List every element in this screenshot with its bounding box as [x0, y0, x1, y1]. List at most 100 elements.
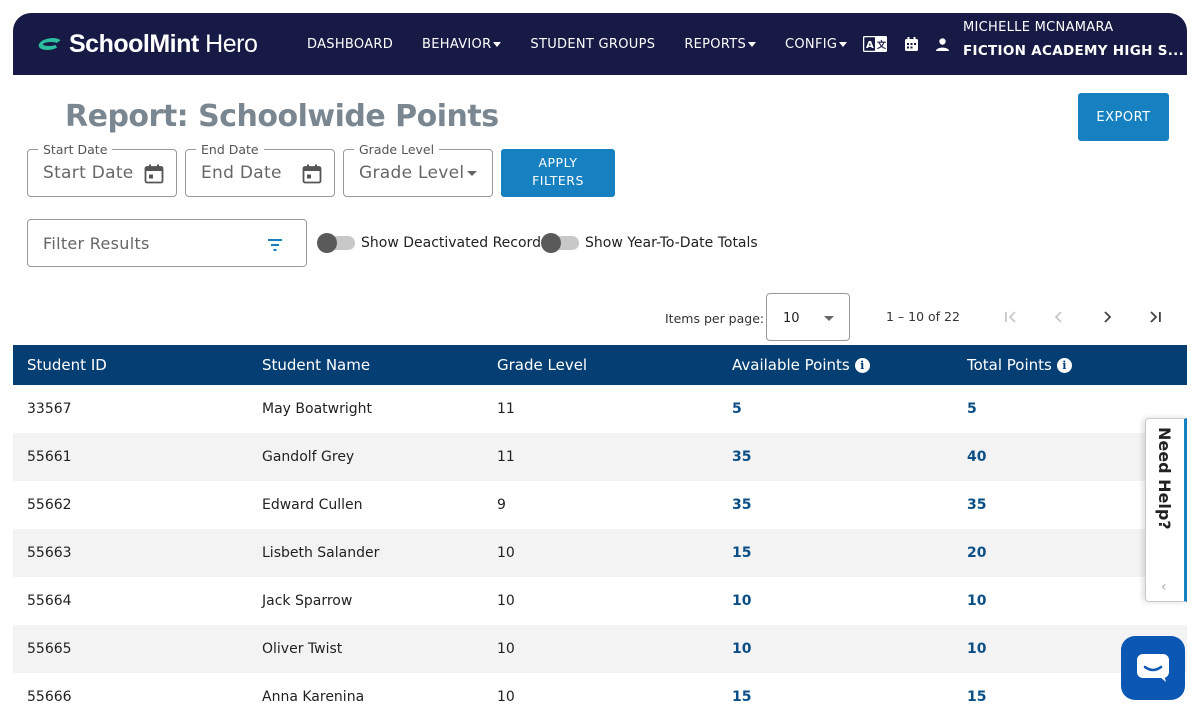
col-student-name[interactable]: Student Name [248, 356, 483, 374]
export-button[interactable]: EXPORT [1078, 93, 1169, 141]
grade-level-label: Grade Level [354, 142, 440, 157]
info-icon[interactable]: i [1056, 357, 1072, 373]
table-body: 33567 May Boatwright 11 5 5 55661 Gandolf Grey… [13, 385, 1187, 716]
info-icon[interactable]: i [854, 357, 870, 373]
table-row[interactable]: 55663 Lisbeth Salander 10 15 20 [13, 529, 1187, 577]
apply-filters-button[interactable]: APPLY FILTERS [501, 149, 615, 197]
student-id-cell: 55665 [27, 641, 72, 657]
grade-level-cell: 9 [497, 497, 506, 513]
last-page-button[interactable] [1143, 305, 1167, 329]
need-help-tab[interactable]: Need Help? ‹ [1145, 418, 1187, 602]
nav-config[interactable]: CONFIG [785, 37, 848, 52]
available-points-cell[interactable]: 15 [718, 689, 953, 705]
translate-icon[interactable]: A文 [863, 36, 888, 52]
caret-down-icon [839, 41, 848, 47]
available-points-cell[interactable]: 35 [718, 449, 953, 465]
table-header: Student ID Student Name Grade Level Avai… [13, 345, 1187, 385]
items-per-page-label: Items per page: [665, 311, 765, 326]
available-points-cell[interactable]: 10 [718, 593, 953, 609]
first-page-icon [1005, 311, 1016, 323]
user-icon[interactable] [936, 37, 950, 51]
next-page-button[interactable] [1095, 305, 1119, 329]
chat-button[interactable] [1121, 636, 1185, 700]
nav-dashboard[interactable]: DASHBOARD [307, 37, 393, 52]
col-grade-level[interactable]: Grade Level [483, 356, 718, 374]
filter-icon[interactable] [268, 236, 282, 255]
start-date-field[interactable]: Start Date Start Date [27, 142, 177, 197]
nav-behavior[interactable]: BEHAVIOR [422, 37, 502, 52]
chevron-left-icon [1054, 311, 1062, 323]
available-points-cell[interactable]: 15 [718, 545, 953, 561]
student-id-cell: 33567 [27, 401, 72, 417]
dropdown-arrow-icon [467, 171, 477, 176]
student-id-cell: 55666 [27, 689, 72, 705]
calendar-icon[interactable] [302, 164, 322, 184]
start-date-label: Start Date [38, 142, 113, 157]
grade-level-cell: 10 [497, 545, 515, 561]
table-row[interactable]: 55662 Edward Cullen 9 35 35 [13, 481, 1187, 529]
total-points-cell[interactable]: 5 [953, 401, 1187, 417]
filter-results-input[interactable]: Filter Results [27, 219, 307, 267]
user-name: MICHELLE MCNAMARA [963, 20, 1114, 35]
nav-reports[interactable]: REPORTS [684, 37, 757, 52]
first-page-button[interactable] [999, 305, 1023, 329]
last-page-icon [1150, 311, 1161, 323]
top-navbar: SchoolMint Hero DASHBOARD BEHAVIOR STUDE… [13, 13, 1187, 75]
svg-text:文: 文 [876, 39, 887, 51]
grade-level-placeholder: Grade Level [359, 163, 465, 183]
end-date-field[interactable]: End Date End Date [185, 142, 335, 197]
grade-level-cell: 10 [497, 641, 515, 657]
calendar-icon[interactable] [905, 37, 919, 51]
page-range-label: 1 – 10 of 22 [886, 309, 960, 324]
table-row[interactable]: 33567 May Boatwright 11 5 5 [13, 385, 1187, 433]
items-per-page-value: 10 [783, 311, 800, 326]
toggle-ytd-label: Show Year-To-Date Totals [585, 235, 758, 251]
logo-text-bold: SchoolMint [69, 29, 199, 58]
table-row[interactable]: 55661 Gandolf Grey 11 35 40 [13, 433, 1187, 481]
toggle-deactivated-label: Show Deactivated Records [361, 235, 549, 251]
grade-level-cell: 11 [497, 449, 515, 465]
nav-student-groups[interactable]: STUDENT GROUPS [530, 37, 655, 52]
caret-down-icon [748, 41, 757, 47]
student-name-cell: Gandolf Grey [262, 449, 355, 465]
grade-level-cell: 10 [497, 593, 515, 609]
end-date-placeholder: End Date [201, 163, 282, 183]
table-row[interactable]: 55666 Anna Karenina 10 15 15 [13, 673, 1187, 716]
col-available-points[interactable]: Available Points i [718, 356, 953, 374]
items-per-page-select[interactable]: 10 [766, 293, 850, 341]
available-points-cell[interactable]: 10 [718, 641, 953, 657]
schoolmint-hero-logo[interactable]: SchoolMint Hero [36, 29, 258, 58]
toggle-switch[interactable] [317, 233, 355, 253]
student-name-cell: Anna Karenina [262, 689, 365, 705]
main-nav: DASHBOARD BEHAVIOR STUDENT GROUPS REPORT… [307, 13, 967, 75]
filter-results-placeholder: Filter Results [43, 234, 150, 253]
previous-page-button[interactable] [1047, 305, 1071, 329]
student-name-cell: Oliver Twist [262, 641, 343, 657]
toggle-ytd-totals[interactable]: Show Year-To-Date Totals [541, 233, 758, 253]
student-id-cell: 55663 [27, 545, 72, 561]
student-id-cell: 55662 [27, 497, 72, 513]
chat-icon [1137, 654, 1169, 682]
table-row[interactable]: 55665 Oliver Twist 10 10 10 [13, 625, 1187, 673]
available-points-cell[interactable]: 35 [718, 497, 953, 513]
grade-level-cell: 11 [497, 401, 515, 417]
student-name-cell: Edward Cullen [262, 497, 363, 513]
col-total-points[interactable]: Total Points i [953, 356, 1187, 374]
page-title: Report: Schoolwide Points [65, 99, 499, 134]
toggle-deactivated-records[interactable]: Show Deactivated Records [317, 233, 549, 253]
toggle-switch[interactable] [541, 233, 579, 253]
user-menu[interactable]: MICHELLE MCNAMARA FICTION ACADEMY HIGH S… [963, 20, 1184, 59]
chevron-left-icon: ‹ [1161, 579, 1167, 595]
points-table: Student ID Student Name Grade Level Avai… [13, 345, 1187, 716]
student-id-cell: 55661 [27, 449, 72, 465]
caret-down-icon [493, 41, 502, 47]
table-row[interactable]: 55664 Jack Sparrow 10 10 10 [13, 577, 1187, 625]
available-points-cell[interactable]: 5 [718, 401, 953, 417]
chevron-right-icon [1104, 311, 1112, 323]
col-student-id[interactable]: Student ID [13, 356, 248, 374]
grade-level-cell: 10 [497, 689, 515, 705]
grade-level-select[interactable]: Grade Level Grade Level [343, 142, 493, 197]
student-id-cell: 55664 [27, 593, 72, 609]
svg-text:A: A [866, 40, 874, 51]
calendar-icon[interactable] [144, 164, 164, 184]
